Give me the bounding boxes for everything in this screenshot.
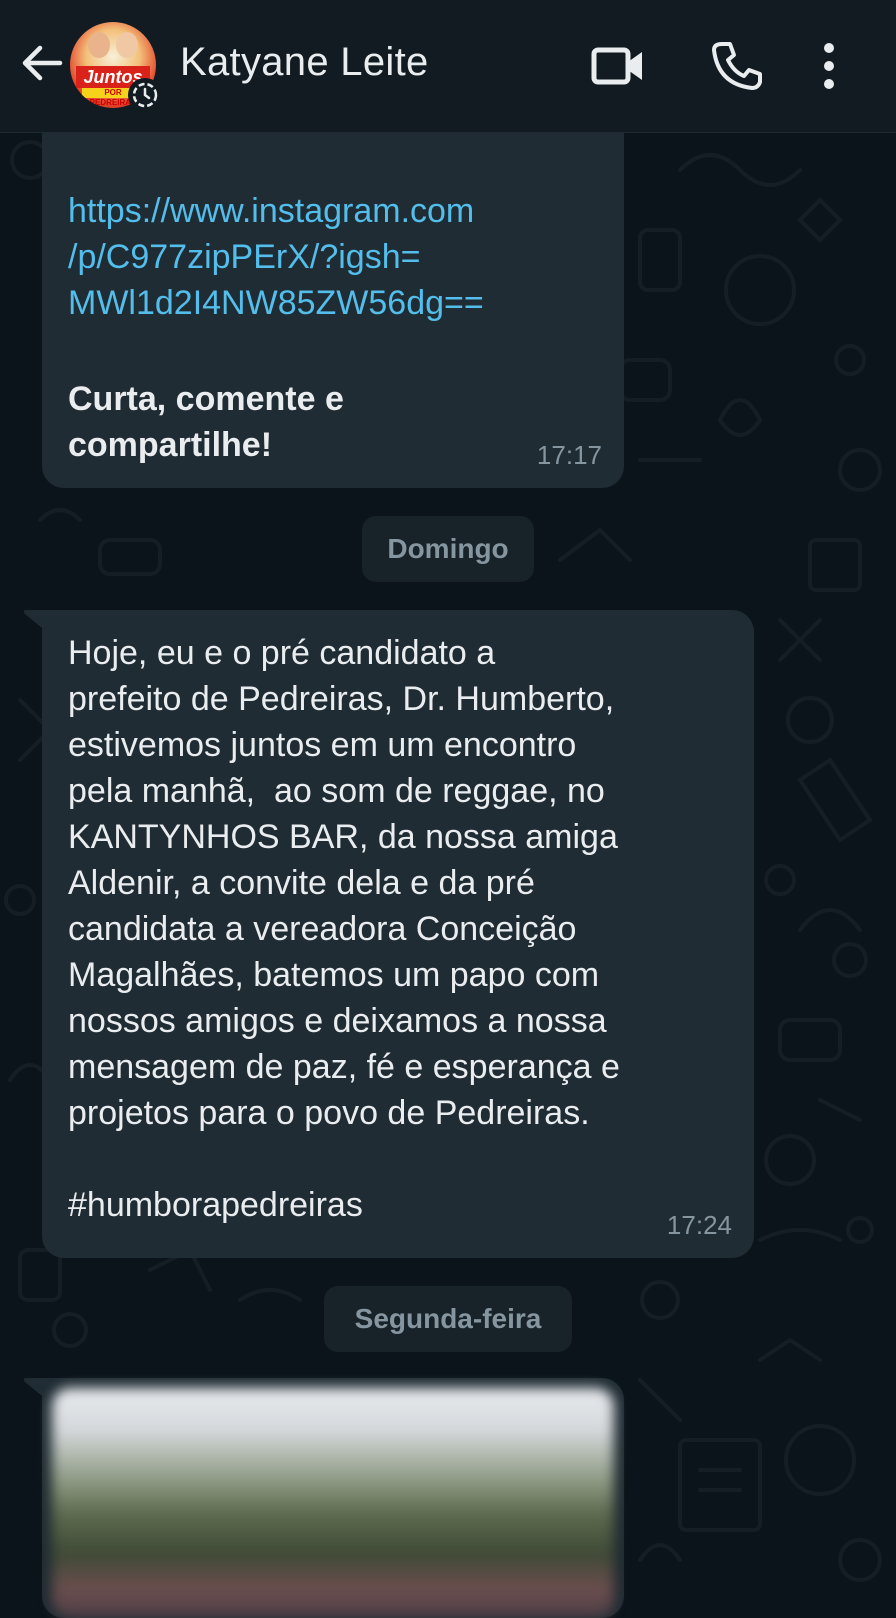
message-line: Curta, comente e — [68, 380, 344, 418]
more-vert-icon[interactable] — [814, 38, 844, 94]
message-line: KANTYNHOS BAR, da nossa amiga — [68, 818, 618, 856]
video-call-icon[interactable] — [590, 38, 646, 94]
message-line: compartilhe! — [68, 426, 273, 464]
message-line: pela manhã, ao som de reggae, no — [68, 772, 605, 810]
status-update-icon[interactable] — [128, 78, 162, 112]
contact-name[interactable]: Katyane Leite — [180, 40, 429, 85]
avatar-person-left — [88, 32, 110, 58]
message-body: Hoje, eu e o pré candidato a prefeito de… — [68, 630, 728, 1228]
message-bubble[interactable]: Hoje, eu e o pré candidato a prefeito de… — [42, 610, 754, 1258]
phone-icon[interactable] — [708, 38, 764, 94]
message-line: Hoje, eu e o pré candidato a — [68, 634, 496, 672]
back-arrow-icon[interactable] — [18, 40, 64, 86]
message-photo[interactable] — [52, 1388, 614, 1618]
message-line: mensagem de paz, fé e esperança e — [68, 1048, 620, 1086]
link-line[interactable]: https://www.instagram.com — [68, 188, 484, 234]
message-bold-text: Curta, comente e compartilhe! — [68, 376, 344, 468]
message-line: candidata a vereadora Conceição — [68, 910, 577, 948]
message-line: prefeito de Pedreiras, Dr. Humberto, — [68, 680, 615, 718]
message-line: Aldenir, a convite dela e da pré — [68, 864, 535, 902]
message-bubble[interactable]: https://www.instagram.com /p/C977zipPErX… — [42, 96, 624, 488]
message-hashtag[interactable]: #humborapedreiras — [68, 1182, 728, 1228]
link-line[interactable]: MWl1d2I4NW85ZW56dg== — [68, 280, 484, 326]
chat-header: Juntos POR PEDREIRAS Katyane Leite — [0, 0, 896, 133]
link-line[interactable]: /p/C977zipPErX/?igsh= — [68, 234, 484, 280]
message-line: projetos para o povo de Pedreiras. — [68, 1094, 590, 1132]
date-divider: Segunda-feira — [324, 1286, 572, 1352]
avatar-person-right — [116, 32, 138, 58]
message-line: Magalhães, batemos um papo com — [68, 956, 600, 994]
message-time: 17:24 — [666, 1210, 732, 1240]
message-link[interactable]: https://www.instagram.com /p/C977zipPErX… — [68, 188, 484, 326]
message-line: estivemos juntos em um encontro — [68, 726, 577, 764]
message-line: nossos amigos e deixamos a nossa — [68, 1002, 607, 1040]
date-divider: Domingo — [362, 516, 534, 582]
message-time: 17:17 — [536, 440, 602, 470]
